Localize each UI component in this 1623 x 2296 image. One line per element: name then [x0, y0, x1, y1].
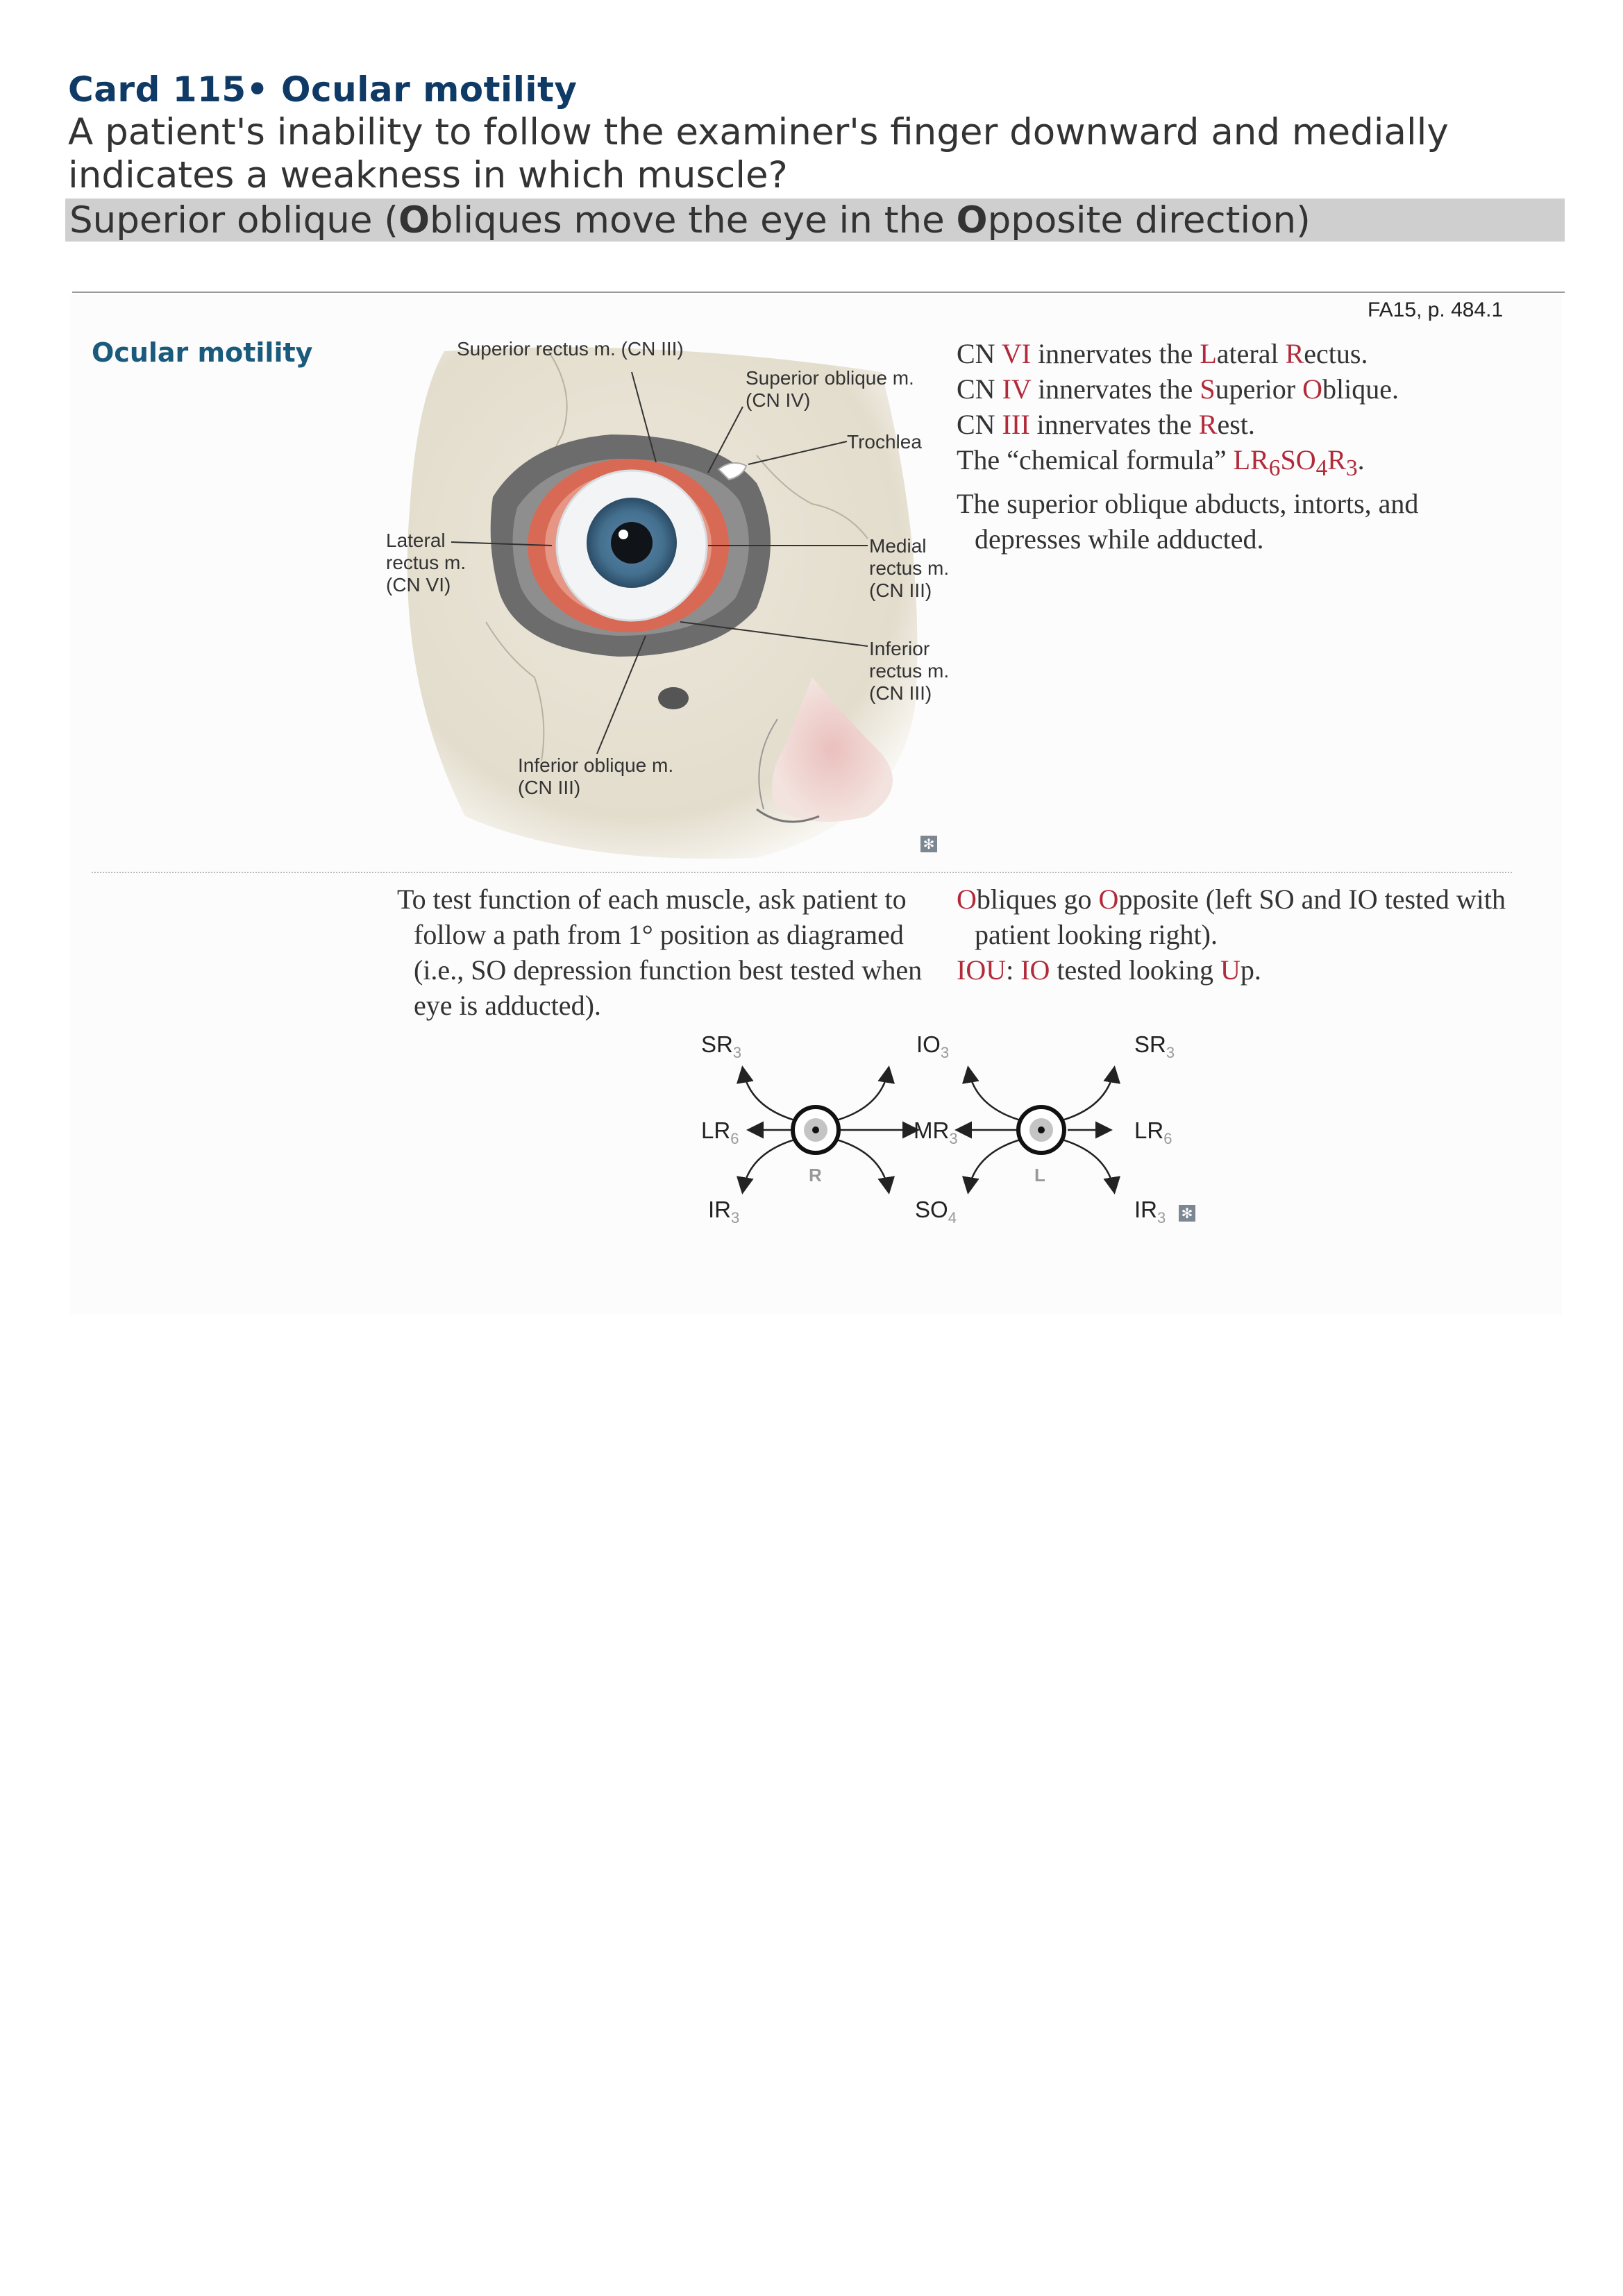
pupil	[611, 522, 653, 564]
label-superior-rectus: Superior rectus m. (CN III)	[457, 338, 684, 360]
label-inferior-rectus: Inferior	[869, 638, 930, 659]
label-sr-left: SR3	[1134, 1031, 1175, 1061]
fact-cn3: CN III innervates the Rest.	[957, 409, 1255, 440]
card-title: Card 115• Ocular motility	[68, 69, 578, 110]
left-eye-icon	[1016, 1105, 1066, 1155]
question-text: A patient's inability to follow the exam…	[68, 111, 1449, 196]
section-heading: Ocular motility	[92, 337, 313, 368]
label-superior-oblique: Superior oblique m.	[746, 367, 914, 389]
section-divider	[92, 872, 1512, 873]
label-medial-rectus-cn: (CN III)	[869, 580, 932, 601]
label-superior-oblique-cn: (CN IV)	[746, 389, 810, 411]
label-io: IO3	[916, 1031, 949, 1061]
source-reference: FA15, p. 484.1	[1368, 298, 1504, 321]
label-ir-right: IR3	[708, 1197, 739, 1226]
label-lr-right: LR6	[701, 1117, 739, 1147]
pupil-highlight	[619, 530, 628, 539]
left-eye-label: L	[1034, 1165, 1045, 1185]
label-so: SO4	[915, 1197, 957, 1226]
fact-so-function-2: depresses while adducted.	[975, 523, 1264, 555]
fact-formula: The “chemical formula” LR6SO4R3.	[957, 444, 1365, 481]
fact-so-function: The superior oblique abducts, intorts, a…	[957, 488, 1419, 519]
label-lateral-rectus-2: rectus m.	[386, 552, 466, 573]
label-medial-rectus-2: rectus m.	[869, 557, 949, 579]
answer-text: Superior oblique (Obliques move the eye …	[69, 199, 1311, 242]
label-trochlea: Trochlea	[847, 431, 922, 453]
fact-cn4: CN IV innervates the Superior Oblique.	[957, 373, 1399, 405]
label-inferior-oblique-cn: (CN III)	[518, 777, 580, 798]
label-lateral-rectus-cn: (CN VI)	[386, 574, 451, 596]
foramen	[658, 687, 689, 709]
label-lr-left: LR6	[1134, 1117, 1172, 1147]
test-instructions: To test function of each muscle, ask pat…	[397, 884, 923, 1021]
oblique-mnemonic: Obliques go Opposite (left SO and IO tes…	[957, 884, 1506, 986]
right-eye-icon	[791, 1105, 841, 1155]
label-sr-right: SR3	[701, 1031, 741, 1061]
label-mr: MR3	[914, 1117, 958, 1147]
right-eye-label: R	[809, 1165, 822, 1185]
label-ir-left: IR3	[1134, 1197, 1166, 1226]
label-inferior-rectus-2: rectus m.	[869, 660, 949, 682]
diagram-credit-icon: ✻	[1179, 1205, 1195, 1222]
label-lateral-rectus: Lateral	[386, 530, 446, 551]
divider-rule	[72, 292, 1565, 293]
label-medial-rectus: Medial	[869, 535, 926, 557]
label-inferior-rectus-cn: (CN III)	[869, 682, 932, 704]
label-inferior-oblique: Inferior oblique m.	[518, 754, 673, 776]
eye-anatomy-illustration: Superior rectus m. (CN III) Superior obl…	[386, 338, 949, 859]
image-credit-icon: ✻	[920, 836, 937, 852]
innervation-facts: CN VI innervates the Lateral Rectus. CN …	[957, 336, 1554, 557]
fact-cn6: CN VI innervates the Lateral Rectus.	[957, 338, 1368, 369]
eye-motility-diagram: R L SR3 LR6 IR3 IO3 MR3 SO4 SR3 LR6 IR3	[701, 1031, 1175, 1226]
